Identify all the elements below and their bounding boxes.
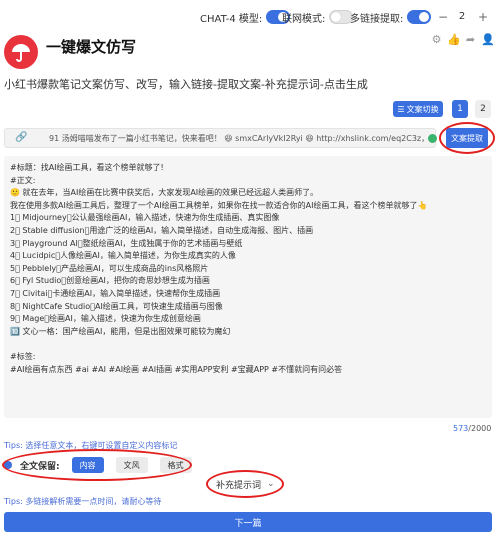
content-line: #标题：找AI绘画工具，看这个榜单就够了!: [10, 163, 164, 172]
next-article-button[interactable]: 下一篇: [4, 512, 492, 532]
network-mode-label: 联网模式:: [282, 13, 326, 25]
keep-option-style[interactable]: 文风: [115, 457, 148, 473]
tip-prefix: Tips:: [4, 497, 23, 506]
content-line: 2⃣ Stable diffusion：用途广泛的绘画AI，输入简单描述，自动生…: [10, 225, 314, 235]
char-count: 573: [453, 424, 469, 433]
content-line: 1⃣ Midjourney：公认最强绘画AI，输入描述，快速为你生成插画、真实图…: [10, 213, 280, 223]
content-line: #正文:: [10, 175, 36, 185]
network-mode-toggle-group: 联网模式:: [282, 6, 354, 28]
app-logo: [4, 35, 38, 69]
decrement-button[interactable]: −: [435, 9, 451, 25]
content-line: 4⃣ Lucidpic：人像绘画AI，输入简单描述，为你生成真实的人像: [10, 251, 236, 261]
keep-label: 全文保留:: [20, 461, 60, 472]
content-line: #标签:: [10, 351, 36, 361]
keep-indicator-icon: [4, 461, 12, 469]
page-button-2[interactable]: 2: [475, 100, 491, 118]
content-line: 6⃣ Fyl Studio：创意绘画AI，把你的奇思妙想生成为插画: [10, 276, 210, 286]
content-line: 🙂 就在去年，当AI绘画在比赛中获奖后，大家发现AI绘画的效果已经远超人类画师了…: [10, 188, 319, 198]
tip-prefix: Tips:: [4, 441, 23, 450]
header-actions: ⚙ 👍 ➦ 👤: [430, 33, 495, 46]
tip-custom-marker: Tips: 选择任意文本，右键可设置自定义内容标记: [4, 440, 177, 451]
content-line: 3⃣ Playground AI：整纸绘画AI，生成独属于你的艺术插画与壁纸: [10, 238, 243, 248]
content-line: 5⃣ Pebblely：产品绘画AI，可以生成商品的ins风格照片: [10, 263, 209, 273]
multilink-toggle-group: 多链接提取:: [350, 6, 432, 28]
content-line: [10, 338, 486, 351]
tip-multilink: Tips: 多链接解析需要一点时间，请耐心等待: [4, 496, 161, 507]
link-icon: 🔗: [15, 132, 28, 143]
chevron-down-icon: ⌄: [267, 479, 275, 489]
content-line: #AI绘画有点东西 #ai #AI #AI绘画 #AI插画 #实用APP安利 #…: [10, 364, 343, 374]
char-total: /2000: [468, 424, 492, 433]
supplement-prompt-dropdown[interactable]: 补充提示词 ⌄: [216, 476, 275, 492]
content-line: 7⃣ Civitai：卡通绘画AI，输入简单描述，快速帮你生成插画: [10, 288, 221, 298]
multilink-label: 多链接提取:: [350, 13, 404, 25]
link-input-value[interactable]: 91 汤姆喵喵发布了一篇小红书笔记，快来看吧！ 😆 smxCArlyVkI2Ry…: [49, 133, 425, 144]
user-icon[interactable]: 👤: [481, 33, 495, 46]
tip-text: 多链接解析需要一点时间，请耐心等待: [25, 497, 162, 506]
page-title: 一键爆文仿写: [46, 38, 137, 56]
page-subtitle: 小红书爆款笔记文案仿写、改写，输入链接-提取文案-补充提示词-点击生成: [4, 78, 368, 91]
top-toolbar: CHAT-4 模型: 联网模式: 多链接提取: − 2 +: [0, 6, 500, 28]
copy-text-area[interactable]: #标题：找AI绘画工具，看这个榜单就够了! #正文: 🙂 就在去年，当AI绘画在…: [4, 156, 492, 418]
content-line: 9⃣ Mage：绘画AI，输入描述，快速为你生成创意绘画: [10, 314, 201, 324]
tip-text: 选择任意文本，右键可设置自定义内容标记: [25, 441, 178, 450]
supplement-prompt-label: 补充提示词: [216, 480, 262, 491]
chat-model-toggle-group: CHAT-4 模型:: [200, 6, 291, 28]
extract-copy-button[interactable]: 文案提取: [446, 128, 488, 148]
copy-switch-button[interactable]: ☰ 文案切换: [393, 101, 443, 117]
link-input[interactable]: 🔗 91 汤姆喵喵发布了一篇小红书笔记，快来看吧！ 😆 smxCArlyVkI2…: [4, 128, 437, 148]
page-button-1[interactable]: 1: [452, 100, 468, 118]
check-icon: [428, 134, 437, 143]
chat-model-label: CHAT-4 模型:: [200, 13, 263, 25]
content-line: 8⃣ NightCafe Studio：AI绘画工具，可快速生成插画与图像: [10, 301, 223, 311]
gear-icon[interactable]: ⚙: [430, 33, 443, 46]
content-line: 🔟 文心一格：国产绘画AI，能用，但是出图效果可能较为魔幻: [10, 326, 231, 336]
copy-switch-label: 文案切换: [406, 104, 439, 114]
increment-button[interactable]: +: [475, 9, 491, 25]
keep-option-format[interactable]: 格式: [159, 457, 192, 473]
keep-option-content[interactable]: 内容: [71, 457, 104, 473]
char-counter: 573/2000: [453, 424, 491, 433]
share-icon[interactable]: ➦: [464, 33, 477, 46]
list-icon: ☰: [397, 104, 405, 114]
keep-options-row: 全文保留: 内容 文风 格式: [4, 456, 196, 474]
umbrella-icon: [12, 44, 30, 62]
thumb-up-icon[interactable]: 👍: [447, 33, 461, 46]
multilink-toggle[interactable]: [407, 10, 432, 24]
content-line: 我在使用多款AI绘画工具后，整理了一个AI绘画工具榜单，如果你在找一款适合你的A…: [10, 200, 428, 210]
link-count-value: 2: [458, 11, 466, 22]
